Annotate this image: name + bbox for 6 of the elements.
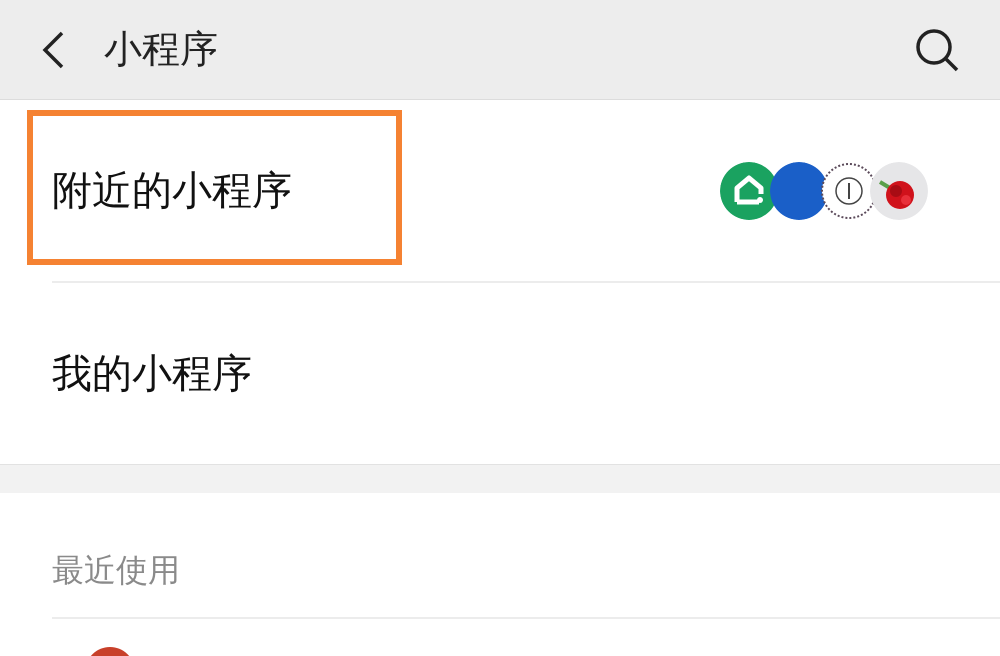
menu-item[interactable]: 附近的小程序 bbox=[0, 100, 1000, 281]
back-button[interactable] bbox=[40, 30, 66, 70]
menu-item[interactable]: 我的小程序 bbox=[0, 283, 1000, 464]
search-button[interactable] bbox=[914, 26, 960, 72]
page-title: 小程序 bbox=[104, 26, 219, 73]
section-title: 最近使用 bbox=[51, 550, 181, 591]
